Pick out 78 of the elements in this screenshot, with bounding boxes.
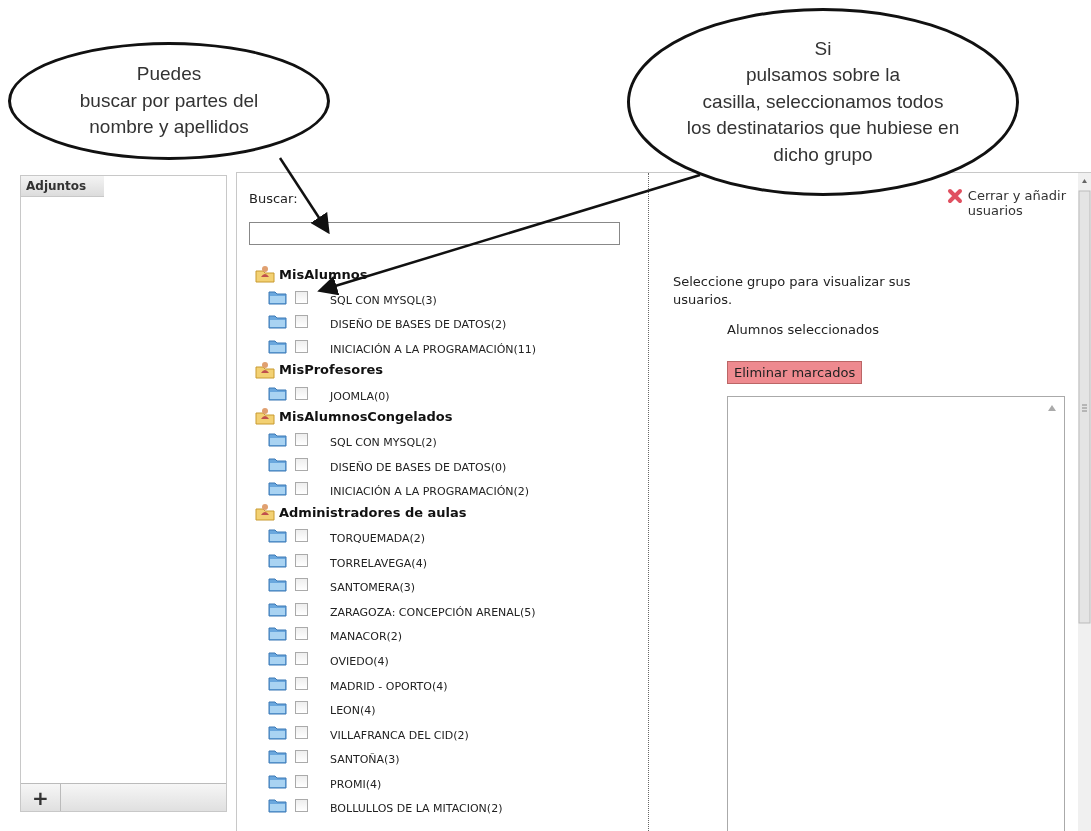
group-item[interactable]: JOOMLA(0)	[330, 389, 390, 403]
group-item[interactable]: SQL CON MYSQL(2)	[330, 436, 437, 450]
folder-icon	[268, 481, 287, 497]
checkbox[interactable]	[295, 553, 308, 567]
group-item[interactable]: VILLAFRANCA DEL CID(2)	[330, 728, 469, 742]
checkbox[interactable]	[295, 290, 308, 304]
checkbox[interactable]	[295, 602, 308, 616]
folder-icon	[268, 527, 287, 543]
group-item[interactable]: LEON(4)	[330, 704, 376, 718]
search-field[interactable]	[249, 222, 620, 245]
scroll-up-icon[interactable]	[1048, 405, 1056, 412]
folder-icon	[268, 456, 287, 472]
group-item[interactable]: BOLLULLOS DE LA MITACION(2)	[330, 802, 503, 816]
checkbox[interactable]	[295, 482, 308, 496]
group-item[interactable]: OVIEDO(4)	[330, 654, 389, 668]
attachments-tab[interactable]: Adjuntos	[21, 176, 104, 197]
scrollbar[interactable]	[1078, 173, 1091, 831]
folder-icon	[268, 749, 287, 765]
folder-icon	[268, 385, 287, 401]
checkbox[interactable]	[295, 651, 308, 665]
checkbox[interactable]	[295, 725, 308, 739]
folder-icon	[268, 432, 287, 448]
group-item[interactable]: ZARAGOZA: CONCEPCIÓN ARENAL(5)	[330, 605, 536, 619]
group-item[interactable]: TORRELAVEGA(4)	[330, 556, 427, 570]
group-item[interactable]: INICIACIÓN A LA PROGRAMACIÓN(2)	[330, 485, 530, 499]
folder-icon	[268, 339, 287, 354]
checkbox[interactable]	[295, 799, 308, 813]
group-item[interactable]: PROMI(4)	[330, 777, 382, 791]
selected-title: Alumnos seleccionados	[727, 322, 880, 338]
group-item[interactable]: MANACOR(2)	[330, 630, 403, 644]
callout-text: Si pulsamos sobre la casilla, seleccionamos todos los destinatarios que hubiese en dicho grupo	[686, 36, 960, 167]
remove-button[interactable]: Eliminar marcados	[727, 361, 863, 385]
folder-icon	[268, 798, 287, 814]
group-item[interactable]: DISEÑO DE BASES DE DATOS(0)	[330, 460, 507, 474]
folder-icon	[268, 724, 287, 740]
close-icon	[946, 188, 963, 204]
checkbox[interactable]	[295, 578, 308, 592]
checkbox[interactable]	[295, 627, 308, 641]
user-folder-icon	[255, 360, 275, 379]
folder-icon	[268, 601, 287, 617]
group-item[interactable]: TORQUEMADA(2)	[330, 531, 426, 545]
user-folder-icon	[255, 503, 275, 522]
user-folder-icon	[255, 407, 275, 426]
checkbox[interactable]	[295, 528, 308, 542]
group-name[interactable]: MisAlumnosCongelados	[279, 408, 453, 424]
folder-icon	[268, 626, 287, 642]
group-item[interactable]: SANTOMERA(3)	[330, 581, 416, 595]
add-button[interactable]: +	[21, 784, 61, 811]
checkbox[interactable]	[295, 676, 308, 690]
checkbox[interactable]	[295, 774, 308, 788]
group-item[interactable]: SANTOÑA(3)	[330, 753, 400, 767]
checkbox[interactable]	[295, 750, 308, 764]
group-name[interactable]: MisProfesores	[279, 362, 384, 378]
group-name[interactable]: Administradores de aulas	[279, 504, 467, 520]
callout-text: Puedes buscar por partes del nombre y apellidos	[79, 62, 259, 140]
user-folder-icon	[255, 265, 275, 283]
checkbox[interactable]	[295, 701, 308, 715]
hint-text: Seleccione grupo para visualizar sus usuarios.	[673, 273, 912, 309]
search-label: Buscar:	[249, 191, 299, 206]
group-item[interactable]: MADRID - OPORTO(4)	[330, 679, 448, 693]
folder-icon	[268, 314, 287, 330]
folder-icon	[268, 675, 287, 691]
folder-icon	[268, 552, 287, 568]
close-link[interactable]: Cerrar y añadir usuarios	[946, 188, 1066, 218]
checkbox[interactable]	[295, 315, 308, 329]
folder-icon	[268, 289, 287, 305]
folder-icon	[268, 577, 287, 593]
folder-icon	[268, 773, 287, 789]
group-item[interactable]: SQL CON MYSQL(3)	[330, 293, 437, 307]
group-item[interactable]: DISEÑO DE BASES DE DATOS(2)	[330, 318, 507, 332]
checkbox[interactable]	[295, 457, 308, 471]
folder-icon	[268, 650, 287, 666]
group-item[interactable]: INICIACIÓN A LA PROGRAMACIÓN(11)	[330, 343, 537, 356]
checkbox[interactable]	[295, 340, 308, 353]
checkbox[interactable]	[295, 386, 308, 400]
checkbox[interactable]	[295, 433, 308, 447]
group-name[interactable]: MisAlumnos	[279, 266, 368, 282]
folder-icon	[268, 700, 287, 716]
